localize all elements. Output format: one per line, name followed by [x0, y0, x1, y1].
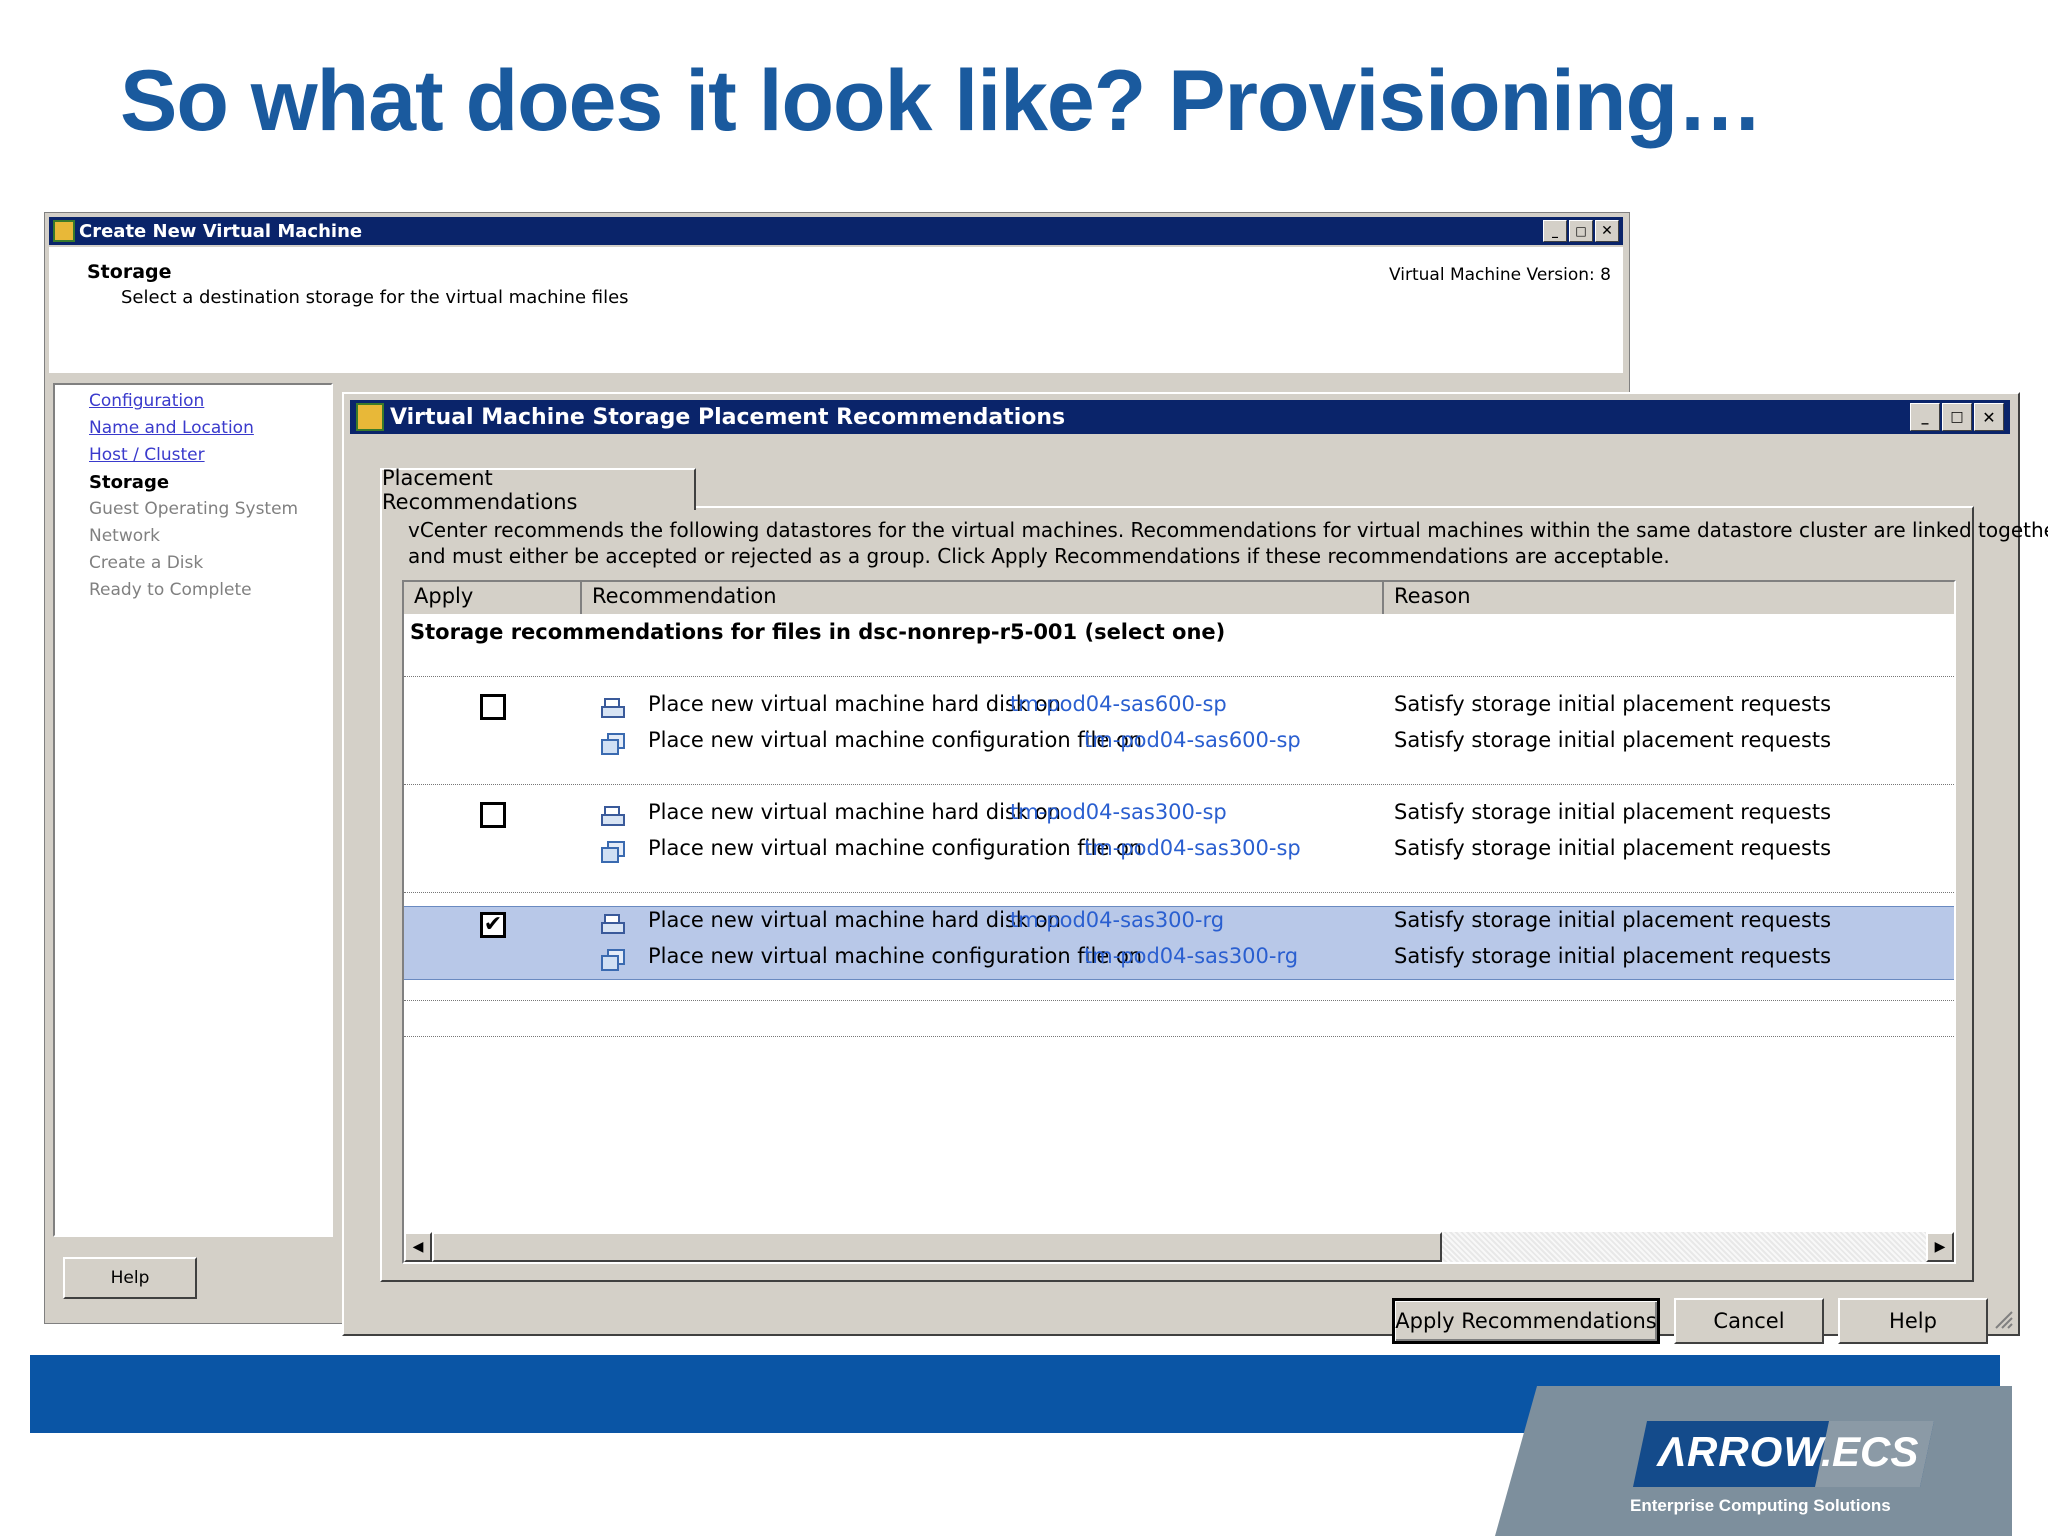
list-item: Place new virtual machine configuration …: [404, 726, 1954, 762]
logo-subtitle: Enterprise Computing Solutions: [1630, 1496, 1891, 1515]
config-file-icon: [601, 949, 625, 971]
cancel-button[interactable]: Cancel: [1674, 1298, 1824, 1344]
wizard-nav: Configuration Name and Location Host / C…: [53, 383, 333, 1237]
vm-version: Virtual Machine Version: 8: [1389, 265, 1611, 285]
hard-disk-icon: [601, 806, 625, 826]
step-subtitle: Select a destination storage for the vir…: [121, 287, 629, 308]
description-line-2: and must either be accepted or rejected …: [408, 544, 1670, 568]
config-file-icon: [601, 733, 625, 755]
list-item: Place new virtual machine configuration …: [404, 834, 1954, 870]
list-item[interactable]: Place new virtual machine configuration …: [404, 942, 1954, 978]
column-header-apply[interactable]: Apply: [404, 582, 582, 614]
row-separator: [404, 784, 1954, 785]
list-item[interactable]: Place new virtual machine hard disk on t…: [404, 906, 1954, 942]
config-file-icon: [601, 841, 625, 863]
logo-ecs: ECS: [1832, 1428, 1919, 1475]
vsphere-app-icon: [356, 403, 384, 431]
list-item: Place new virtual machine hard disk on t…: [404, 798, 1954, 834]
column-header-recommendation[interactable]: Recommendation: [582, 582, 1384, 614]
dialog-title: Virtual Machine Storage Placement Recomm…: [390, 404, 1066, 430]
maximize-icon[interactable]: □: [1569, 220, 1593, 242]
row-separator: [404, 676, 1954, 677]
storage-placement-dialog: Virtual Machine Storage Placement Recomm…: [342, 392, 2048, 1344]
nav-name-and-location[interactable]: Name and Location: [89, 418, 254, 438]
tab-placement-recommendations[interactable]: Placement Recommendations: [380, 466, 696, 514]
nav-network: Network: [89, 526, 160, 546]
help-button-bg[interactable]: Help: [63, 1257, 197, 1299]
recommendations-table: Apply Recommendation Reason Storage reco…: [402, 580, 1956, 1264]
datastore-link[interactable]: tm-pod04-sas600-sp: [1010, 692, 1227, 716]
tab-label: Placement Recommendations: [382, 466, 578, 514]
company-logo: ΛRROW.: [1658, 1428, 1834, 1475]
create-vm-header: Storage Select a destination storage for…: [49, 247, 1623, 373]
resize-grip-icon[interactable]: [1992, 1308, 2014, 1330]
nav-storage: Storage: [89, 472, 170, 493]
scrollbar-thumb[interactable]: [432, 1232, 1442, 1262]
create-vm-titlebar[interactable]: Create New Virtual Machine _ □ ✕: [49, 217, 1623, 245]
hard-disk-icon: [601, 914, 625, 934]
slide-title: So what does it look like? Provisioning…: [120, 53, 1763, 149]
close-icon[interactable]: ✕: [1974, 403, 2004, 431]
nav-host-cluster[interactable]: Host / Cluster: [89, 445, 205, 465]
datastore-link[interactable]: tm-pod04-sas600-sp: [1084, 728, 1301, 752]
description-line-1: vCenter recommends the following datasto…: [408, 518, 2048, 542]
column-header-reason[interactable]: Reason: [1384, 582, 1954, 614]
apply-recommendations-button[interactable]: Apply Recommendations: [1392, 1298, 1660, 1344]
datastore-link[interactable]: tm-pod04-sas300-sp: [1084, 836, 1301, 860]
dialog-titlebar[interactable]: Virtual Machine Storage Placement Recomm…: [350, 400, 2010, 434]
datastore-link[interactable]: tm-pod04-sas300-rg: [1010, 908, 1224, 932]
datastore-link[interactable]: tm-pod04-sas300-sp: [1010, 800, 1227, 824]
group-header: Storage recommendations for files in dsc…: [410, 620, 1226, 644]
minimize-icon[interactable]: _: [1910, 403, 1940, 431]
nav-guest-os: Guest Operating System: [89, 499, 299, 519]
row-separator: [404, 1000, 1954, 1001]
nav-configuration[interactable]: Configuration: [89, 391, 204, 411]
row-separator: [404, 892, 1954, 893]
scroll-left-icon[interactable]: ◀: [404, 1232, 432, 1262]
nav-create-disk: Create a Disk: [89, 553, 204, 573]
minimize-icon[interactable]: _: [1543, 220, 1567, 242]
list-item: Place new virtual machine hard disk on t…: [404, 690, 1954, 726]
close-icon[interactable]: ✕: [1595, 220, 1619, 242]
horizontal-scrollbar[interactable]: ◀ ▶: [404, 1232, 1954, 1262]
create-vm-title: Create New Virtual Machine: [79, 220, 363, 242]
nav-ready-to-complete: Ready to Complete: [89, 580, 252, 600]
help-button[interactable]: Help: [1838, 1298, 1988, 1344]
hard-disk-icon: [601, 698, 625, 718]
row-separator: [404, 1036, 1954, 1037]
scroll-right-icon[interactable]: ▶: [1926, 1232, 1954, 1262]
datastore-link[interactable]: tm-pod04-sas300-rg: [1084, 944, 1298, 968]
maximize-icon[interactable]: □: [1942, 403, 1972, 431]
step-title: Storage: [87, 261, 172, 283]
vsphere-app-icon: [53, 220, 75, 242]
